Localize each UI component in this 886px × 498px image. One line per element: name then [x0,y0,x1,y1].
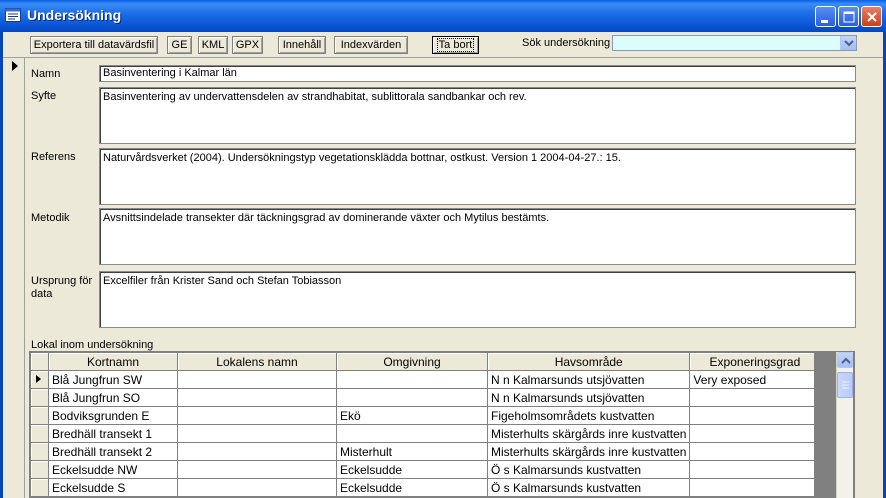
cell-exponeringsgrad[interactable] [689,478,821,497]
cell-havsomrade[interactable]: Misterhults skärgårds inre kustvatten [486,424,691,443]
namn-field[interactable]: Basinventering i Kalmar län [99,65,856,82]
cell-havsomrade[interactable]: N n Kalmarsunds utsjövatten [486,370,691,389]
maximize-button[interactable] [838,6,859,27]
cell-exponeringsgrad[interactable]: Very exposed [689,370,821,389]
datasheet-background [814,352,836,498]
cell-kortnamn[interactable]: Blå Jungfrun SO [48,388,178,407]
referens-field[interactable]: Naturvårdsverket (2004). Undersökningsty… [99,148,856,205]
cell-lokalens-namn[interactable] [177,388,337,407]
cell-havsomrade[interactable]: Ö s Kalmarsunds kustvatten [486,460,691,479]
main-window: Undersökning Exportera till datavärdsfil… [0,0,886,498]
ta-bort-button[interactable]: Ta bort [432,36,479,54]
cell-lokalens-namn[interactable] [177,370,337,389]
column-header[interactable]: Lokalens namn [177,352,337,371]
cell-omgivning[interactable] [336,424,488,443]
row-selector[interactable] [30,424,49,443]
row-selector[interactable] [30,478,49,497]
cell-lokalens-namn[interactable] [177,460,337,479]
cell-exponeringsgrad[interactable] [689,460,821,479]
cell-kortnamn[interactable]: Eckelsudde NW [48,460,178,479]
ursprung-label: Ursprung för data [31,275,93,300]
column-header[interactable]: Havsområde [486,352,691,371]
ta-bort-label: Ta bort [436,38,475,52]
chevron-down-icon[interactable] [840,36,856,50]
cell-exponeringsgrad[interactable] [689,442,821,461]
cell-omgivning[interactable] [336,388,488,407]
ursprung-field[interactable]: Excelfiler från Krister Sand och Stefan … [99,271,856,328]
cell-havsomrade[interactable]: Figeholmsområdets kustvatten [486,406,691,425]
cell-havsomrade[interactable]: N n Kalmarsunds utsjövatten [486,388,691,407]
namn-label: Namn [31,68,61,80]
cell-kortnamn[interactable]: Bredhäll transekt 1 [48,424,178,443]
cell-kortnamn[interactable]: Blå Jungfrun SW [48,370,178,389]
search-combobox[interactable] [612,35,857,51]
row-selector[interactable] [30,460,49,479]
scroll-thumb[interactable] [837,372,853,398]
cell-exponeringsgrad[interactable] [689,388,821,407]
table-row[interactable]: Eckelsudde S Eckelsudde Ö s Kalmarsunds … [30,478,821,497]
form-icon [5,8,21,22]
select-all-cell[interactable] [30,352,49,371]
table-row[interactable]: Blå Jungfrun SW N n Kalmarsunds utsjövat… [30,370,821,389]
close-button[interactable] [861,6,882,27]
row-selector[interactable] [30,442,49,461]
title-bar[interactable]: Undersökning [0,0,886,32]
cell-havsomrade[interactable]: Ö s Kalmarsunds kustvatten [486,478,691,497]
cell-kortnamn[interactable]: Bredhäll transekt 2 [48,442,178,461]
column-header[interactable]: Omgivning [336,352,488,371]
record-selector[interactable] [3,58,25,498]
gpx-button[interactable]: GPX [232,36,263,54]
indexvarden-button[interactable]: Indexvärden [334,36,408,54]
syfte-field[interactable]: Basinventering av undervattensdelen av s… [99,87,856,144]
table-row[interactable]: Bredhäll transekt 2 Misterhult Misterhul… [30,442,821,461]
row-selector[interactable] [30,406,49,425]
ge-button[interactable]: GE [167,36,192,54]
cell-lokalens-namn[interactable] [177,424,337,443]
scroll-up-icon[interactable] [837,352,853,368]
cell-kortnamn[interactable]: Eckelsudde S [48,478,178,497]
column-header[interactable]: Exponeringsgrad [689,352,821,371]
cell-omgivning[interactable]: Eckelsudde [336,478,488,497]
vertical-scrollbar[interactable] [836,352,853,498]
cell-omgivning[interactable]: Ekö [336,406,488,425]
lokal-table: Kortnamn Lokalens namn Omgivning Havsomr… [30,352,821,497]
table-row[interactable]: Eckelsudde NW Eckelsudde Ö s Kalmarsunds… [30,460,821,479]
toolbar-divider [3,57,883,58]
table-row[interactable]: Bodviksgrunden E Ekö Figeholmsområdets k… [30,406,821,425]
cell-exponeringsgrad[interactable] [689,424,821,443]
cell-lokalens-namn[interactable] [177,442,337,461]
syfte-label: Syfte [31,90,57,102]
subform-label: Lokal inom undersökning [31,339,154,351]
cell-exponeringsgrad[interactable] [689,406,821,425]
cell-havsomrade[interactable]: Misterhults skärgårds inre kustvatten [486,442,691,461]
cell-omgivning[interactable] [336,370,488,389]
minimize-button[interactable] [815,6,836,27]
metodik-label: Metodik [31,212,70,224]
innehall-button[interactable]: Innehåll [278,36,326,54]
lokal-datasheet: Kortnamn Lokalens namn Omgivning Havsomr… [29,351,855,498]
metodik-field[interactable]: Avsnittsindelade transekter där täckning… [99,208,856,265]
column-header[interactable]: Kortnamn [48,352,178,371]
table-row[interactable]: Blå Jungfrun SO N n Kalmarsunds utsjövat… [30,388,821,407]
window-title: Undersökning [27,7,122,23]
search-label: Sök undersökning [522,37,611,49]
kml-button[interactable]: KML [198,36,228,54]
header-row: Kortnamn Lokalens namn Omgivning Havsomr… [30,352,821,371]
current-row-icon [36,375,41,383]
table-row[interactable]: Bredhäll transekt 1 Misterhults skärgård… [30,424,821,443]
export-button[interactable]: Exportera till datavärdsfil [30,36,158,54]
referens-label: Referens [31,151,76,163]
cell-lokalens-namn[interactable] [177,406,337,425]
cell-omgivning[interactable]: Eckelsudde [336,460,488,479]
current-record-icon [12,61,18,71]
row-selector[interactable] [30,370,49,389]
cell-lokalens-namn[interactable] [177,478,337,497]
row-selector[interactable] [30,388,49,407]
cell-omgivning[interactable]: Misterhult [336,442,488,461]
cell-kortnamn[interactable]: Bodviksgrunden E [48,406,178,425]
